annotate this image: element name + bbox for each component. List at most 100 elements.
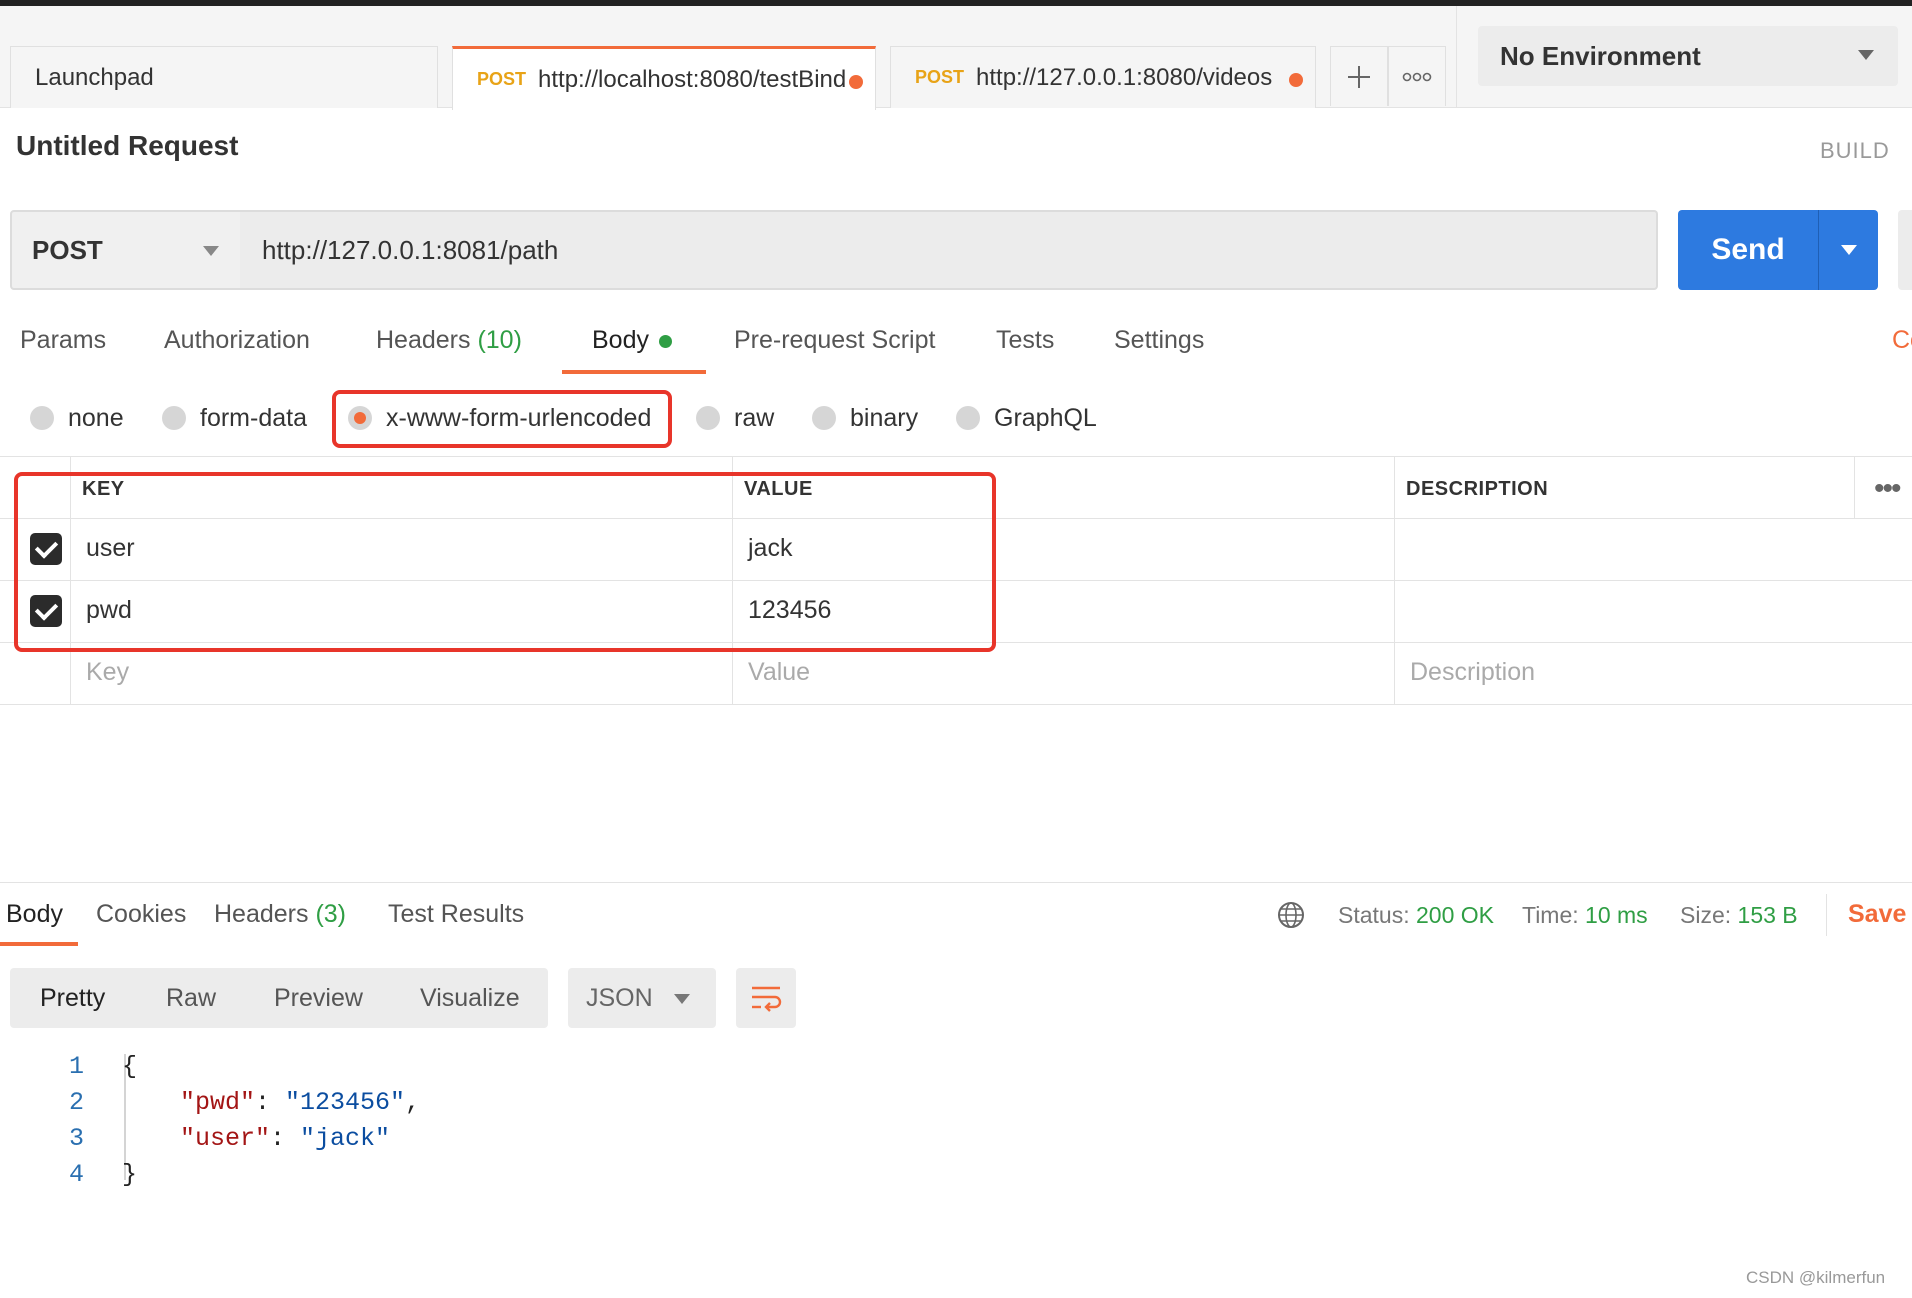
radio-icon [812,406,836,430]
json-key: "pwd" [180,1088,256,1117]
tab-launchpad[interactable]: Launchpad [10,46,438,108]
tab-method-badge: POST [477,69,527,89]
tab-videos[interactable]: POST http://127.0.0.1:8080/videos [890,46,1316,108]
response-tab-body[interactable]: Body [6,900,63,929]
response-tab-headers-label: Headers [214,900,309,928]
radio-label: binary [850,403,919,432]
json-string: "jack" [300,1124,391,1153]
send-options-button[interactable] [1818,210,1878,290]
line-number: 3 [68,1124,84,1153]
request-title[interactable]: Untitled Request [16,130,238,162]
radio-label: none [68,403,124,432]
tab-authorization[interactable]: Authorization [164,326,310,355]
chevron-down-icon [203,246,219,256]
response-tab-headers[interactable]: Headers (3) [214,900,346,929]
table-border [1394,456,1395,704]
tab-body[interactable]: Body [592,326,672,355]
tab-settings[interactable]: Settings [1114,326,1204,355]
tab-body-label: Body [592,326,649,354]
radio-label: form-data [200,403,307,432]
json-string: "123456" [285,1088,406,1117]
response-time: Time: 10 ms [1522,902,1648,929]
highlight-box-body-type [332,390,672,448]
size-value: 153 B [1737,902,1798,928]
unsaved-dot-icon [1289,73,1303,87]
plus-icon [1348,65,1370,88]
radio-icon [956,406,980,430]
tab-pre-request-script[interactable]: Pre-request Script [734,326,935,355]
unsaved-dot-icon [849,75,863,89]
tab-label: http://localhost:8080/testBind [538,65,847,93]
view-pretty[interactable]: Pretty [40,968,105,1028]
tab-settings-label: Settings [1114,326,1205,354]
new-description-input[interactable]: Description [1410,658,1535,687]
code-line: "pwd": "123456", [180,1088,421,1117]
wrap-lines-icon [752,986,782,1012]
radio-icon [162,406,186,430]
body-type-form-data[interactable]: form-data [162,400,307,436]
body-type-raw[interactable]: raw [696,400,774,436]
body-type-graphql[interactable]: GraphQL [956,400,1097,436]
response-status: Status: 200 OK [1338,902,1494,929]
method-label: POST [32,234,103,265]
status-label: Status: [1338,902,1410,928]
tab-tests-label: Tests [996,326,1055,354]
response-tab-body-label: Body [6,900,63,928]
json-brace-open: { [122,1052,138,1081]
tab-params-label: Params [20,326,107,354]
headers-count-badge: (3) [315,900,347,928]
body-type-binary[interactable]: binary [812,400,918,436]
tab-pre-request-label: Pre-request Script [734,326,936,354]
tab-headers-label: Headers [376,326,471,354]
save-button[interactable] [1898,210,1912,290]
response-tab-test-results[interactable]: Test Results [388,900,524,929]
more-options-icon[interactable]: ••• [1874,472,1901,506]
divider [1456,6,1457,108]
active-tab-underline [562,370,706,374]
tab-method-badge: POST [915,67,965,87]
code-line: { [122,1052,137,1081]
url-input[interactable] [240,210,1658,290]
format-select[interactable]: JSON [568,968,716,1028]
time-value: 10 ms [1585,902,1648,928]
response-view-group: Pretty Raw Preview Visualize [10,968,548,1028]
send-button[interactable]: Send [1678,210,1818,290]
tab-headers[interactable]: Headers (10) [376,326,522,355]
view-raw[interactable]: Raw [166,968,216,1028]
watermark: CSDN @kilmerfun [1746,1268,1886,1287]
globe-icon[interactable] [1276,900,1306,930]
body-set-indicator-icon [658,334,672,348]
radio-icon [30,406,54,430]
method-select[interactable]: POST [10,210,242,290]
save-response-button[interactable]: Save R [1848,900,1912,929]
column-header-description: DESCRIPTION [1406,478,1549,500]
new-key-input[interactable]: Key [86,658,129,687]
table-border [0,456,1912,457]
tab-testbind[interactable]: POST http://localhost:8080/testBind [452,46,876,110]
line-number: 4 [68,1160,84,1189]
tab-authorization-label: Authorization [164,326,310,354]
response-tab-cookies[interactable]: Cookies [96,900,186,929]
json-brace-close: } [122,1160,138,1189]
radio-label: raw [734,403,775,432]
table-border [1854,456,1855,518]
response-tab-test-results-label: Test Results [388,900,525,928]
body-type-none[interactable]: none [30,400,124,436]
cookies-link[interactable]: Co [1892,326,1912,355]
environment-select[interactable]: No Environment [1478,26,1898,86]
build-mode-label[interactable]: BUILD [1820,138,1890,164]
wrap-lines-button[interactable] [736,968,796,1028]
new-tab-button[interactable] [1330,46,1388,106]
response-size: Size: 153 B [1680,902,1798,929]
new-value-input[interactable]: Value [748,658,810,687]
environment-label: No Environment [1500,40,1701,71]
view-visualize[interactable]: Visualize [420,968,520,1028]
divider [1826,894,1827,936]
line-number: 1 [68,1052,84,1081]
tab-tests[interactable]: Tests [996,326,1054,355]
radio-label: GraphQL [994,403,1097,432]
view-preview[interactable]: Preview [274,968,363,1028]
more-horizontal-icon [1402,72,1432,81]
tab-params[interactable]: Params [20,326,106,355]
tab-options-button[interactable] [1388,46,1446,106]
